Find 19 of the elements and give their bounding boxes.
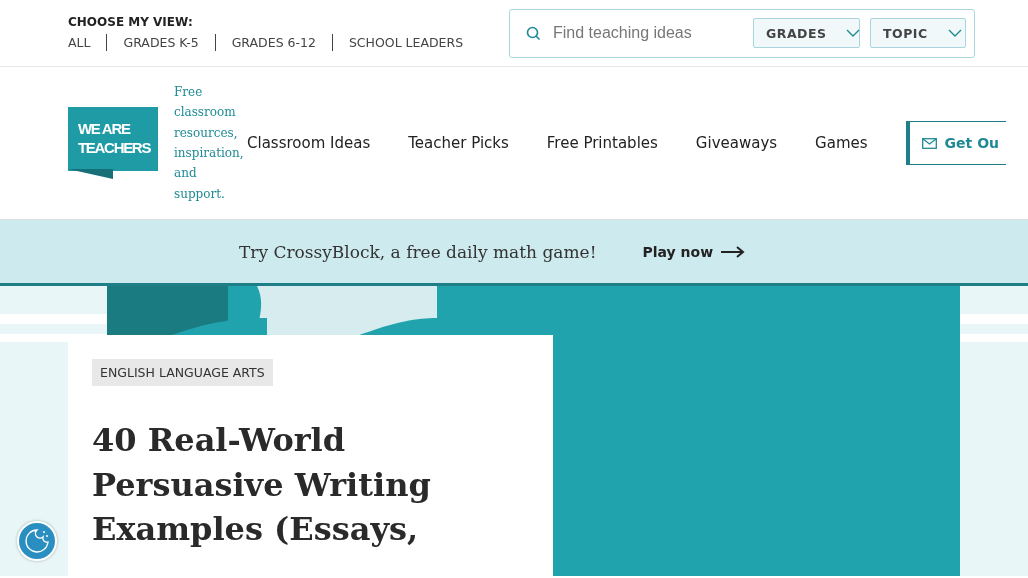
tagline: Free classroom resources, inspiration, and support. bbox=[174, 84, 245, 203]
promo-text: Try CrossyBlock, a free daily math game! bbox=[238, 241, 597, 262]
view-link[interactable]: ALL bbox=[68, 34, 107, 51]
view-link[interactable]: GRADES 6-12 bbox=[214, 34, 332, 51]
view-label: CHOOSE MY VIEW: bbox=[68, 15, 194, 29]
nav-link[interactable]: Classroom Ideas bbox=[247, 134, 371, 152]
search-field[interactable]: Find teaching ideas GRADES TOPIC bbox=[509, 8, 975, 58]
view-link[interactable]: SCHOOL LEADERS bbox=[331, 34, 480, 51]
view-link[interactable]: GRADES K-5 bbox=[106, 34, 215, 51]
article-title: 40 Real-World Persuasive Writing Examples (Essays, bbox=[92, 420, 432, 550]
play-link[interactable]: Play now bbox=[642, 243, 746, 260]
nav-link[interactable]: Giveaways bbox=[695, 134, 778, 152]
nav-link[interactable]: Teacher Picks bbox=[408, 134, 509, 152]
nav-link[interactable]: Games bbox=[815, 134, 868, 152]
filter-dropdown[interactable]: GRADES bbox=[753, 18, 860, 48]
newsletter-button[interactable]: Get Ou bbox=[905, 121, 1006, 165]
category-tag[interactable]: ENGLISH LANGUAGE ARTS bbox=[92, 359, 273, 386]
nav-link[interactable]: Free Printables bbox=[546, 134, 658, 152]
filter-dropdown[interactable]: TOPIC bbox=[870, 18, 966, 48]
